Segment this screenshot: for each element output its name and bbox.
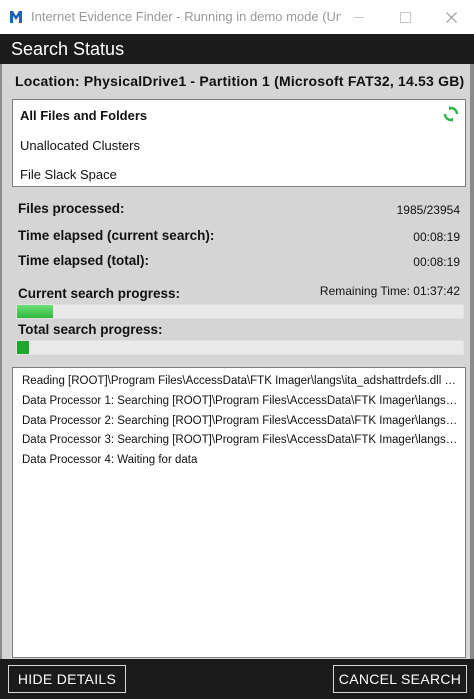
log-line: Reading [ROOT]\Program Files\AccessData\…: [22, 375, 460, 387]
current-progress-fill: [17, 305, 53, 318]
activity-log[interactable]: Reading [ROOT]\Program Files\AccessData\…: [12, 367, 466, 658]
current-progress-bar: [16, 304, 464, 319]
page-title: Search Status: [11, 39, 125, 59]
hide-details-button[interactable]: HIDE DETAILS: [8, 665, 126, 693]
files-processed-value: 1985/23954: [396, 203, 460, 217]
total-progress-bar: [16, 340, 464, 355]
status-header: Search Status: [0, 34, 474, 64]
elapsed-current-value: 00:08:19: [413, 230, 460, 244]
window-title: Internet Evidence Finder - Running in de…: [31, 9, 341, 24]
ief-logo-icon: [8, 9, 24, 25]
maximize-button[interactable]: [382, 0, 428, 34]
elapsed-current-label: Time elapsed (current search):: [18, 228, 215, 243]
total-progress-fill: [17, 341, 29, 354]
search-sources-list: All Files and Folders Unallocated Cluste…: [12, 99, 466, 187]
location-text: Location: PhysicalDrive1 - Partition 1 (…: [15, 73, 465, 89]
log-line: Data Processor 3: Searching [ROOT]\Progr…: [22, 434, 460, 446]
maximize-icon: [399, 11, 411, 23]
minimize-button[interactable]: [336, 0, 382, 34]
window-titlebar: Internet Evidence Finder - Running in de…: [0, 0, 474, 34]
source-item-all-files[interactable]: All Files and Folders: [20, 108, 147, 123]
log-line: Data Processor 1: Searching [ROOT]\Progr…: [22, 395, 460, 407]
files-processed-label: Files processed:: [18, 201, 125, 216]
log-line: Data Processor 4: Waiting for data: [22, 454, 198, 466]
close-icon: [445, 11, 457, 23]
current-progress-label: Current search progress:: [18, 286, 181, 301]
log-line: Data Processor 2: Searching [ROOT]\Progr…: [22, 415, 460, 427]
total-progress-label: Total search progress:: [18, 322, 163, 337]
minimize-icon: [354, 16, 364, 18]
elapsed-total-value: 00:08:19: [413, 255, 460, 269]
remaining-time: Remaining Time: 01:37:42: [319, 284, 460, 298]
source-item-file-slack[interactable]: File Slack Space: [20, 167, 117, 182]
close-button[interactable]: [428, 0, 474, 34]
source-item-unallocated[interactable]: Unallocated Clusters: [20, 138, 140, 153]
cancel-search-button[interactable]: CANCEL SEARCH: [333, 665, 467, 693]
refresh-icon: [443, 106, 459, 122]
elapsed-total-label: Time elapsed (total):: [18, 253, 150, 268]
